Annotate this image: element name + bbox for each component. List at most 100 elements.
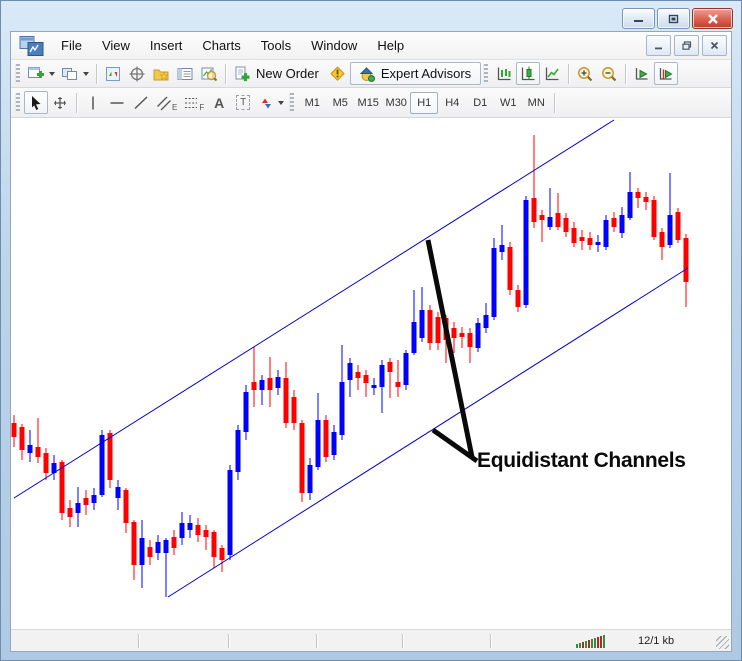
terminal-icon — [177, 67, 193, 80]
cursor-tool-button[interactable] — [24, 91, 48, 114]
auto-scroll-icon — [636, 67, 648, 80]
new-order-label: New Order — [256, 66, 319, 81]
separator — [225, 63, 226, 84]
crosshair-icon — [129, 66, 145, 81]
restore-icon — [681, 41, 691, 50]
trendline-icon — [134, 95, 148, 109]
minimize-button[interactable] — [622, 8, 655, 29]
strategy-tester-button[interactable] — [197, 62, 221, 85]
timeframe-h4-button[interactable]: H4 — [438, 92, 466, 114]
minimize-icon — [655, 47, 662, 49]
close-icon — [707, 13, 718, 24]
menu-help[interactable]: Help — [367, 34, 414, 57]
crosshair-tool-icon — [54, 96, 66, 109]
statusbar-divider — [228, 634, 229, 648]
timeframe-w1-button[interactable]: W1 — [494, 92, 522, 114]
menu-tools[interactable]: Tools — [251, 34, 301, 57]
timeframe-m1-button[interactable]: M1 — [298, 92, 326, 114]
chevron-down-icon — [278, 100, 285, 105]
market-watch-button[interactable] — [101, 62, 125, 85]
timeframe-m30-button[interactable]: M30 — [382, 92, 410, 114]
navigator-button[interactable] — [149, 62, 173, 85]
resize-grip[interactable] — [716, 636, 729, 649]
traffic-label: 12/1 kb — [638, 635, 675, 647]
titlebar[interactable] — [1, 1, 741, 31]
candlestick-chart — [11, 119, 689, 598]
bar-chart-type-button[interactable] — [492, 62, 516, 85]
connection-status-icon — [576, 634, 605, 648]
bar-chart-icon — [498, 67, 511, 80]
expert-advisors-label: Expert Advisors — [380, 66, 472, 81]
horizontal-line-icon — [110, 101, 124, 104]
new-chart-button[interactable] — [24, 62, 58, 85]
new-order-icon — [235, 66, 250, 81]
text-label-tool-button[interactable]: T — [231, 91, 255, 114]
separator — [96, 63, 97, 84]
timeframe-h1-button[interactable]: H1 — [410, 91, 439, 114]
chart-canvas[interactable]: Equidistant Channels — [11, 118, 731, 629]
enable-experts-button[interactable] — [325, 62, 350, 85]
toolbar-drag-handle[interactable] — [15, 63, 20, 84]
auto-scroll-button[interactable] — [630, 62, 654, 85]
toolbar-drag-handle[interactable] — [483, 63, 489, 84]
child-minimize-button[interactable] — [646, 35, 671, 56]
arrows-icon — [262, 98, 272, 108]
restore-button[interactable] — [657, 8, 690, 29]
menu-charts[interactable]: Charts — [192, 34, 250, 57]
close-button[interactable] — [692, 8, 733, 29]
line-chart-type-button[interactable] — [540, 62, 564, 85]
app-icon — [19, 35, 44, 56]
child-restore-button[interactable] — [674, 35, 699, 56]
menu-insert[interactable]: Insert — [140, 34, 193, 57]
timeframe-mn-button[interactable]: MN — [522, 92, 550, 114]
timeframe-m15-button[interactable]: M15 — [354, 92, 382, 114]
zoom-out-button[interactable] — [597, 62, 621, 85]
expert-advisors-icon — [359, 66, 375, 82]
child-close-button[interactable] — [702, 35, 727, 56]
line-chart-icon — [546, 67, 559, 80]
channel-suffix-label: E — [172, 103, 178, 112]
menu-view[interactable]: View — [92, 34, 140, 57]
timeframe-d1-button[interactable]: D1 — [466, 92, 494, 114]
candlestick-chart-icon — [522, 66, 535, 80]
separator — [554, 92, 556, 113]
equidistant-channel-tool-button[interactable]: E — [153, 91, 180, 114]
fibo-suffix-label: F — [199, 103, 205, 112]
profiles-button[interactable] — [58, 62, 92, 85]
vertical-line-icon — [92, 96, 94, 109]
restore-icon — [668, 14, 679, 23]
close-icon — [710, 41, 719, 50]
minimize-icon — [634, 20, 643, 22]
text-tool-button[interactable]: A — [207, 91, 231, 114]
zoom-in-button[interactable] — [573, 62, 597, 85]
terminal-button[interactable] — [173, 62, 197, 85]
fibonacci-tool-button[interactable]: F — [180, 91, 207, 114]
statusbar-divider — [316, 634, 317, 648]
text-label-icon: T — [236, 95, 251, 110]
trendline-tool-button[interactable] — [129, 91, 153, 114]
zoom-out-icon — [602, 66, 617, 81]
horizontal-line-tool-button[interactable] — [105, 91, 129, 114]
timeframe-m5-button[interactable]: M5 — [326, 92, 354, 114]
new-order-button[interactable]: New Order — [230, 62, 325, 85]
crosshair-tool-button[interactable] — [48, 91, 72, 114]
menu-file[interactable]: File — [51, 34, 92, 57]
chevron-down-icon — [83, 71, 89, 76]
chart-annotation-label[interactable]: Equidistant Channels — [477, 449, 686, 473]
data-window-button[interactable] — [125, 62, 149, 85]
chart-shift-button[interactable] — [654, 62, 679, 85]
statusbar-divider — [490, 634, 491, 648]
statusbar-divider — [402, 634, 403, 648]
toolbar-drag-handle[interactable] — [289, 92, 295, 113]
separator — [625, 63, 627, 84]
candlestick-chart-type-button[interactable] — [516, 62, 541, 85]
vertical-line-tool-button[interactable] — [81, 91, 105, 114]
arrows-tool-button[interactable] — [255, 91, 287, 114]
text-tool-icon: A — [214, 94, 225, 111]
expert-advisors-button[interactable]: Expert Advisors — [349, 62, 482, 85]
equidistant-channel-icon — [157, 96, 171, 110]
toolbar-drag-handle[interactable] — [15, 92, 20, 113]
warning-diamond-icon — [330, 66, 345, 81]
menu-window[interactable]: Window — [301, 34, 367, 57]
zoom-in-icon — [578, 66, 593, 81]
